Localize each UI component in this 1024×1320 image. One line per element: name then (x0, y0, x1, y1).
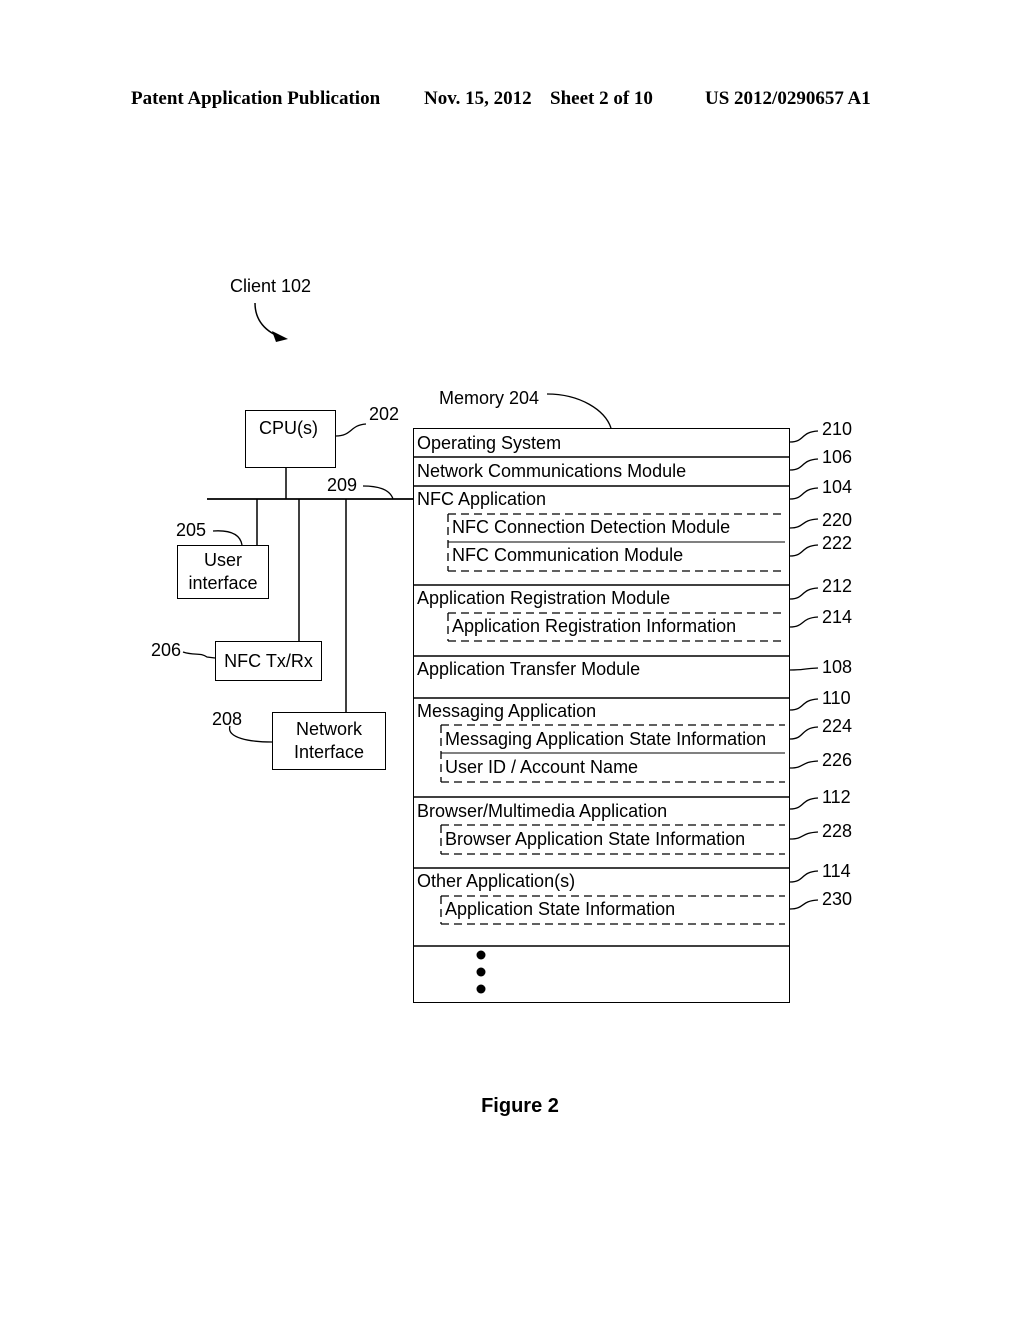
ref-228: 228 (822, 821, 853, 841)
user-interface-label-1: User (203, 550, 242, 570)
memory-section-application-registration: Application Registration Module (417, 588, 671, 608)
network-interface-label-2: Interface (293, 742, 365, 762)
memory-section-operating-system: Operating System (417, 433, 562, 453)
ref-210: 210 (822, 419, 853, 439)
user-interface-label-2: interface (188, 573, 258, 593)
memory-subsection-application-registration-info: Application Registration Information (452, 616, 737, 636)
network-interface-box: Network Interface (272, 712, 386, 770)
ref-108: 108 (822, 657, 853, 677)
nfc-txrx-box: NFC Tx/Rx (215, 641, 322, 681)
memory-subsection-nfc-communication: NFC Communication Module (452, 545, 684, 565)
memory-section-network-communications: Network Communications Module (417, 461, 687, 481)
client-label: Client 102 (230, 276, 312, 296)
cpu-label: CPU(s) (259, 418, 318, 438)
ref-214: 214 (822, 607, 853, 627)
memory-label: Memory 204 (439, 388, 540, 408)
bus-ref: 209 (327, 475, 358, 495)
ref-226: 226 (822, 750, 853, 770)
memory-subsection-messaging-state: Messaging Application State Information (445, 729, 767, 749)
ref-224: 224 (822, 716, 853, 736)
network-interface-ref: 208 (212, 709, 243, 729)
memory-section-browser-multimedia: Browser/Multimedia Application (417, 801, 668, 821)
nfc-txrx-ref: 206 (151, 640, 182, 660)
client-arrow-curve (254, 302, 284, 339)
memory-subsection-nfc-connection-detection: NFC Connection Detection Module (452, 517, 731, 537)
ref-114: 114 (822, 861, 851, 881)
ref-106: 106 (822, 447, 853, 467)
cpu-ref: 202 (369, 404, 400, 424)
client-arrowhead-icon (272, 331, 288, 342)
network-interface-label-1: Network (295, 719, 362, 739)
user-interface-box: User interface (177, 545, 269, 599)
ref-112: 112 (822, 787, 851, 807)
ref-220: 220 (822, 510, 853, 530)
ref-110: 110 (822, 688, 851, 708)
memory-section-messaging-application: Messaging Application (417, 701, 597, 721)
figure-caption: Figure 2 (481, 1095, 559, 1117)
memory-subsection-browser-state: Browser Application State Information (445, 829, 746, 849)
nfc-txrx-label: NFC Tx/Rx (224, 650, 313, 671)
memory-section-other-applications: Other Application(s) (417, 871, 576, 891)
ref-104: 104 (822, 477, 853, 497)
memory-section-application-transfer: Application Transfer Module (417, 659, 641, 679)
user-interface-ref: 205 (176, 520, 207, 540)
ref-212: 212 (822, 576, 853, 596)
memory-subsection-user-id: User ID / Account Name (445, 757, 639, 777)
memory-section-nfc-application: NFC Application (417, 489, 547, 509)
memory-subsection-application-state: Application State Information (445, 899, 676, 919)
reference-leaders (789, 430, 819, 910)
ref-222: 222 (822, 533, 853, 553)
ref-230: 230 (822, 889, 853, 909)
cpu-box: CPU(s) (245, 410, 336, 468)
